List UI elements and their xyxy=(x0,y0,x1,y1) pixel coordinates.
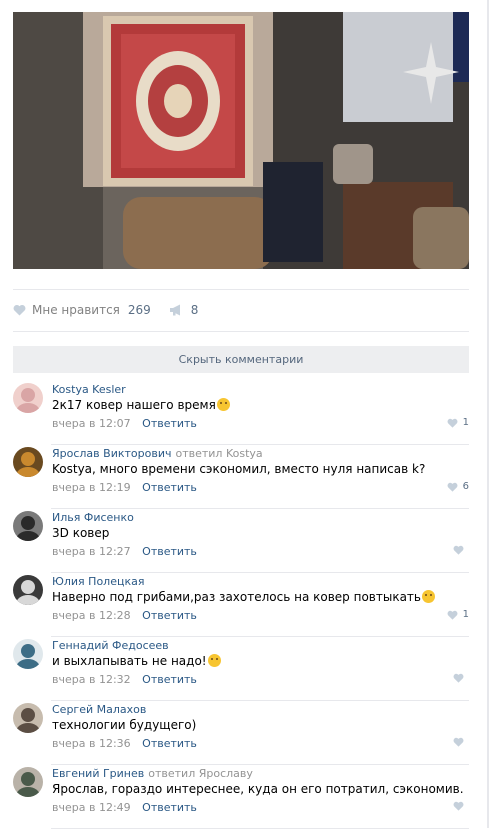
comment-time[interactable]: вчера в 12:19 xyxy=(52,481,131,494)
heart-icon xyxy=(453,545,464,555)
comment-like-count: 6 xyxy=(462,481,469,492)
avatar[interactable] xyxy=(13,447,43,477)
share-count: 8 xyxy=(190,303,199,317)
comment-author-line: Kostya Kesler xyxy=(52,383,130,396)
comment-like-button[interactable] xyxy=(453,801,469,811)
megaphone-icon xyxy=(169,304,180,316)
comment-text: Ярослав, гораздо интереснее, куда он его… xyxy=(52,782,464,796)
comment: Евгений Гринев ответил Ярославу Ярослав, … xyxy=(13,765,469,829)
comment-time[interactable]: вчера в 12:27 xyxy=(52,545,131,558)
avatar[interactable] xyxy=(13,575,43,605)
avatar[interactable] xyxy=(13,639,43,669)
comment-text: 2к17 ковер нашего время xyxy=(52,398,230,412)
comment-time[interactable]: вчера в 12:36 xyxy=(52,737,131,750)
comment-meta: вчера в 12:27 Ответить xyxy=(52,545,197,558)
comment-text: Наверно под грибами,раз захотелось на ко… xyxy=(52,590,435,604)
emoji-icon xyxy=(207,654,221,667)
comment-text-body: и выхлапывать не надо! xyxy=(52,654,207,668)
comment-text-body: Kostya, много времени сэкономил, вместо … xyxy=(52,462,426,476)
reply-link[interactable]: Ответить xyxy=(142,609,197,622)
comment-text: и выхлапывать не надо! xyxy=(52,654,221,668)
comment-author[interactable]: Юлия Полецкая xyxy=(52,575,144,588)
comment-text-body: Наверно под грибами,раз захотелось на ко… xyxy=(52,590,421,604)
avatar[interactable] xyxy=(13,511,43,541)
comment-author-line: Илья Фисенко xyxy=(52,511,138,524)
comment-time[interactable]: вчера в 12:07 xyxy=(52,417,131,430)
like-count: 269 xyxy=(127,303,151,317)
comment-meta: вчера в 12:32 Ответить xyxy=(52,673,197,686)
comment-text-body: 2к17 ковер нашего время xyxy=(52,398,216,412)
comment-meta: вчера в 12:07 Ответить xyxy=(52,417,197,430)
reply-target: ответил Ярославу xyxy=(148,767,253,780)
heart-icon xyxy=(453,673,464,683)
comment: Геннадий Федосеев и выхлапывать не надо!… xyxy=(13,637,469,701)
comment-like-button[interactable] xyxy=(453,673,469,683)
like-button[interactable]: Мне нравится 269 xyxy=(13,303,151,317)
comment-meta: вчера в 12:36 Ответить xyxy=(52,737,197,750)
reply-link[interactable]: Ответить xyxy=(142,417,197,430)
like-label: Мне нравится xyxy=(32,303,120,317)
separator xyxy=(13,289,469,290)
separator xyxy=(13,331,469,332)
comment-like-button[interactable]: 1 xyxy=(447,609,469,620)
comment-text-body: Ярослав, гораздо интереснее, куда он его… xyxy=(52,782,464,796)
comment-like-button[interactable]: 6 xyxy=(447,481,469,492)
reply-link[interactable]: Ответить xyxy=(142,545,197,558)
reply-link[interactable]: Ответить xyxy=(142,737,197,750)
comment-like-button[interactable]: 1 xyxy=(447,417,469,428)
comment-author-line: Сергей Малахов xyxy=(52,703,150,716)
comment: Ярослав Викторович ответил Kostya Kostya,… xyxy=(13,445,469,509)
comment-author[interactable]: Илья Фисенко xyxy=(52,511,134,524)
reply-target: ответил Kostya xyxy=(175,447,263,460)
comment-text-body: технологии будущего) xyxy=(52,718,197,732)
avatar[interactable] xyxy=(13,703,43,733)
comment-meta: вчера в 12:49 Ответить xyxy=(52,801,197,814)
comment-time[interactable]: вчера в 12:32 xyxy=(52,673,131,686)
comment-like-count: 1 xyxy=(462,417,469,428)
comment-author-line: Геннадий Федосеев xyxy=(52,639,173,652)
post-actions: Мне нравится 269 8 xyxy=(13,300,198,320)
heart-icon xyxy=(453,801,464,811)
comment-author-line: Евгений Гринев ответил Ярославу xyxy=(52,767,253,780)
avatar[interactable] xyxy=(13,383,43,413)
comment-time[interactable]: вчера в 12:49 xyxy=(52,801,131,814)
comment-text: технологии будущего) xyxy=(52,718,196,732)
comment-text: 3D ковер xyxy=(52,526,109,540)
reply-link[interactable]: Ответить xyxy=(142,801,197,814)
comment-like-button[interactable] xyxy=(453,545,469,555)
comment-author-line: Ярослав Викторович ответил Kostya xyxy=(52,447,263,460)
comment-like-button[interactable] xyxy=(453,737,469,747)
comment-author[interactable]: Kostya Kesler xyxy=(52,383,126,396)
heart-icon xyxy=(447,418,458,428)
comment-author[interactable]: Ярослав Викторович xyxy=(52,447,171,460)
hide-comments-button[interactable]: Скрыть комментарии xyxy=(13,346,469,373)
heart-icon xyxy=(13,304,26,316)
comment-author[interactable]: Сергей Малахов xyxy=(52,703,146,716)
emoji-icon xyxy=(421,590,435,603)
share-button[interactable]: 8 xyxy=(169,303,199,317)
comment-author[interactable]: Геннадий Федосеев xyxy=(52,639,169,652)
comment-author[interactable]: Евгений Гринев xyxy=(52,767,144,780)
comment-text: Kostya, много времени сэкономил, вместо … xyxy=(52,462,425,476)
comment-like-count: 1 xyxy=(462,609,469,620)
emoji-icon xyxy=(216,398,230,411)
comment-meta: вчера в 12:28 Ответить xyxy=(52,609,197,622)
comment-author-line: Юлия Полецкая xyxy=(52,575,148,588)
comment: Юлия Полецкая Наверно под грибами,раз за… xyxy=(13,573,469,637)
comment-meta: вчера в 12:19 Ответить xyxy=(52,481,197,494)
heart-icon xyxy=(447,610,458,620)
heart-icon xyxy=(447,482,458,492)
comment-text-body: 3D ковер xyxy=(52,526,110,540)
comment: Илья Фисенко 3D ковер вчера в 12:27 Отве… xyxy=(13,509,469,573)
comment: Kostya Kesler 2к17 ковер нашего время вч… xyxy=(13,381,469,445)
reply-link[interactable]: Ответить xyxy=(142,481,197,494)
reply-link[interactable]: Ответить xyxy=(142,673,197,686)
post-photo[interactable] xyxy=(13,12,469,269)
comment: Сергей Малахов технологии будущего) вчер… xyxy=(13,701,469,765)
comment-time[interactable]: вчера в 12:28 xyxy=(52,609,131,622)
avatar[interactable] xyxy=(13,767,43,797)
heart-icon xyxy=(453,737,464,747)
